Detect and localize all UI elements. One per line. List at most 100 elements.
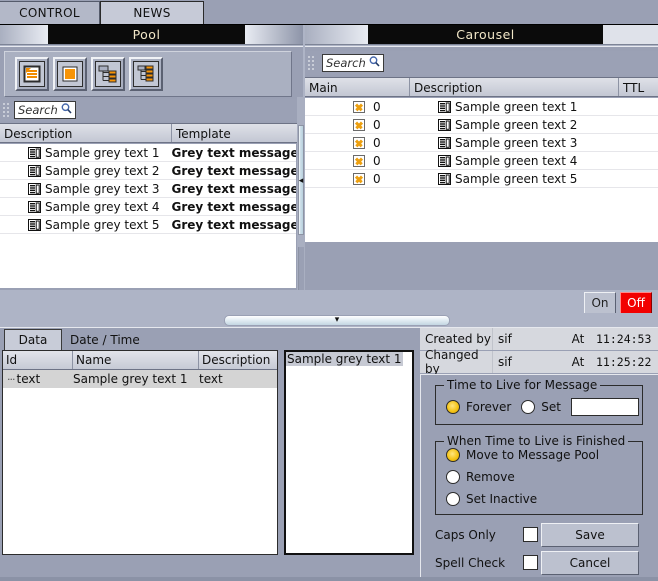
preview-text: Sample grey text 1	[286, 352, 403, 366]
pool-toolbar	[4, 51, 292, 97]
time-to-live-legend: Time to Live for Message	[444, 378, 601, 392]
tab-date-time[interactable]: Date / Time	[64, 329, 160, 350]
carousel-on-button[interactable]: On	[584, 292, 616, 314]
carousel-row-main: 0	[373, 153, 381, 168]
title-right-cap	[245, 25, 303, 44]
tab-control[interactable]: CONTROL	[0, 1, 100, 24]
table-row[interactable]: 0 Sample green text 3	[305, 134, 658, 152]
pool-panel: Search Description Template Sample grey …	[0, 46, 303, 295]
table-row[interactable]: 0 Sample green text 5	[305, 170, 658, 188]
pool-row-description: Sample grey text 4	[45, 199, 160, 214]
carousel-column-main[interactable]: Main	[305, 78, 410, 96]
tree-group-button[interactable]	[91, 57, 125, 91]
spell-check-checkbox[interactable]	[523, 555, 538, 570]
message-icon	[28, 146, 41, 159]
carousel-panel: Search Main Description TTL 0 Sample gree…	[305, 46, 658, 295]
table-row[interactable]: 0 Sample green text 2	[305, 116, 658, 134]
table-row[interactable]: 0 Sample green text 1	[305, 98, 658, 116]
radio-set-inactive[interactable]: Set Inactive	[446, 492, 537, 506]
carousel-table-header: Main Description TTL	[305, 77, 658, 97]
window-bottom-frame	[0, 577, 658, 581]
chevron-down-icon[interactable]: ▾	[335, 316, 340, 325]
title-right-cap	[603, 25, 658, 44]
ttl-value-input[interactable]	[571, 398, 640, 416]
pool-column-template[interactable]: Template	[172, 124, 303, 142]
detail-cell-name: Sample grey text 1	[73, 372, 188, 386]
tab-news[interactable]: NEWS	[100, 1, 204, 24]
table-row[interactable]: Sample grey text 3 Grey text message	[0, 180, 296, 198]
message-preview[interactable]: Sample grey text 1	[284, 350, 414, 555]
save-button[interactable]: Save	[541, 523, 639, 547]
changed-by-row: Changed by sif At 11:25:22	[420, 348, 658, 376]
radio-move-to-message-pool-indicator[interactable]	[446, 448, 460, 462]
title-left-cap	[0, 25, 48, 44]
tab-data[interactable]: Data	[4, 329, 62, 350]
tree-group-icon	[95, 61, 121, 87]
table-row[interactable]: Sample grey text 5 Grey text message	[0, 216, 296, 234]
new-template-button[interactable]	[53, 57, 87, 91]
created-by-label: Created by	[420, 328, 492, 350]
detail-column-name[interactable]: Name	[73, 351, 199, 369]
splitter-foot	[298, 247, 304, 293]
created-at-value: 11:24:53	[592, 328, 658, 350]
carousel-cell-main: 0	[305, 154, 410, 168]
pool-cell-template: Grey text message	[171, 182, 296, 196]
radio-move-to-message-pool[interactable]: Move to Message Pool	[446, 448, 599, 462]
message-icon	[28, 182, 41, 195]
pool-column-description[interactable]: Description	[0, 124, 172, 142]
radio-remove-indicator[interactable]	[446, 470, 460, 484]
carousel-column-ttl[interactable]: TTL	[619, 78, 658, 96]
table-row[interactable]: 0 Sample green text 4	[305, 152, 658, 170]
pool-row-template: Grey text message	[171, 145, 296, 160]
message-icon	[28, 164, 41, 177]
detail-table-header: Id Name Description	[3, 351, 277, 370]
cancel-button[interactable]: Cancel	[541, 551, 639, 575]
pool-table-body: Sample grey text 1 Grey text message Sampl…	[0, 144, 297, 288]
radio-forever-indicator[interactable]	[446, 400, 460, 414]
table-row[interactable]: Sample grey text 2 Grey text message	[0, 162, 296, 180]
pool-search-row: Search	[0, 99, 303, 121]
page-template-icon	[57, 61, 83, 87]
table-row[interactable]: Sample grey text 4 Grey text message	[0, 198, 296, 216]
message-icon	[28, 200, 41, 213]
pool-search-input[interactable]: Search	[14, 101, 76, 119]
panel-vertical-splitter[interactable]: ◂	[297, 97, 305, 295]
carousel-cell-main: 0	[305, 100, 410, 114]
new-message-button[interactable]	[15, 57, 49, 91]
x-icon[interactable]	[353, 154, 365, 167]
radio-set[interactable]: Set	[521, 400, 561, 414]
table-row[interactable]: ··· text Sample grey text 1 text	[3, 370, 277, 388]
drag-grip-icon	[2, 102, 11, 118]
pool-cell-description: Sample grey text 5	[0, 218, 171, 232]
tree-dash-icon: ···	[7, 372, 15, 386]
spell-check-label: Spell Check	[435, 555, 506, 570]
message-settings-panel: Time to Live for Message Forever Set Whe…	[420, 374, 658, 581]
x-icon[interactable]	[353, 100, 365, 113]
carousel-search-input[interactable]: Search	[322, 54, 384, 72]
x-icon[interactable]	[353, 118, 365, 131]
carousel-cell-main: 0	[305, 118, 410, 132]
x-icon[interactable]	[353, 172, 365, 185]
carousel-column-description[interactable]: Description	[410, 78, 619, 96]
carousel-table-body: 0 Sample green text 1 0 Sample green text 2…	[305, 98, 658, 242]
x-icon[interactable]	[353, 136, 365, 149]
caps-only-checkbox[interactable]	[523, 527, 538, 542]
radio-set-inactive-indicator[interactable]	[446, 492, 460, 506]
detail-column-description[interactable]: Description	[199, 351, 277, 369]
detail-table-body: ··· text Sample grey text 1 text	[3, 370, 277, 388]
table-row[interactable]: Sample grey text 1 Grey text message	[0, 144, 296, 162]
carousel-cell-description: Sample green text 1	[410, 100, 619, 114]
radio-set-indicator[interactable]	[521, 400, 536, 414]
changed-by-value: sif	[492, 351, 564, 373]
carousel-off-button[interactable]: Off	[620, 292, 652, 314]
carousel-row-description: Sample green text 5	[455, 171, 578, 186]
radio-remove[interactable]: Remove	[446, 470, 515, 484]
time-to-live-group: Time to Live for Message Forever Set	[435, 378, 643, 425]
pool-row-description: Sample grey text 5	[45, 217, 160, 232]
detail-column-id[interactable]: Id	[3, 351, 73, 369]
pool-table-header: Description Template	[0, 123, 303, 143]
chevron-left-icon[interactable]: ◂	[298, 175, 304, 187]
splitter-handle[interactable]: ▾	[224, 315, 450, 326]
tree-list-button[interactable]	[129, 57, 163, 91]
radio-forever[interactable]: Forever	[446, 400, 511, 414]
